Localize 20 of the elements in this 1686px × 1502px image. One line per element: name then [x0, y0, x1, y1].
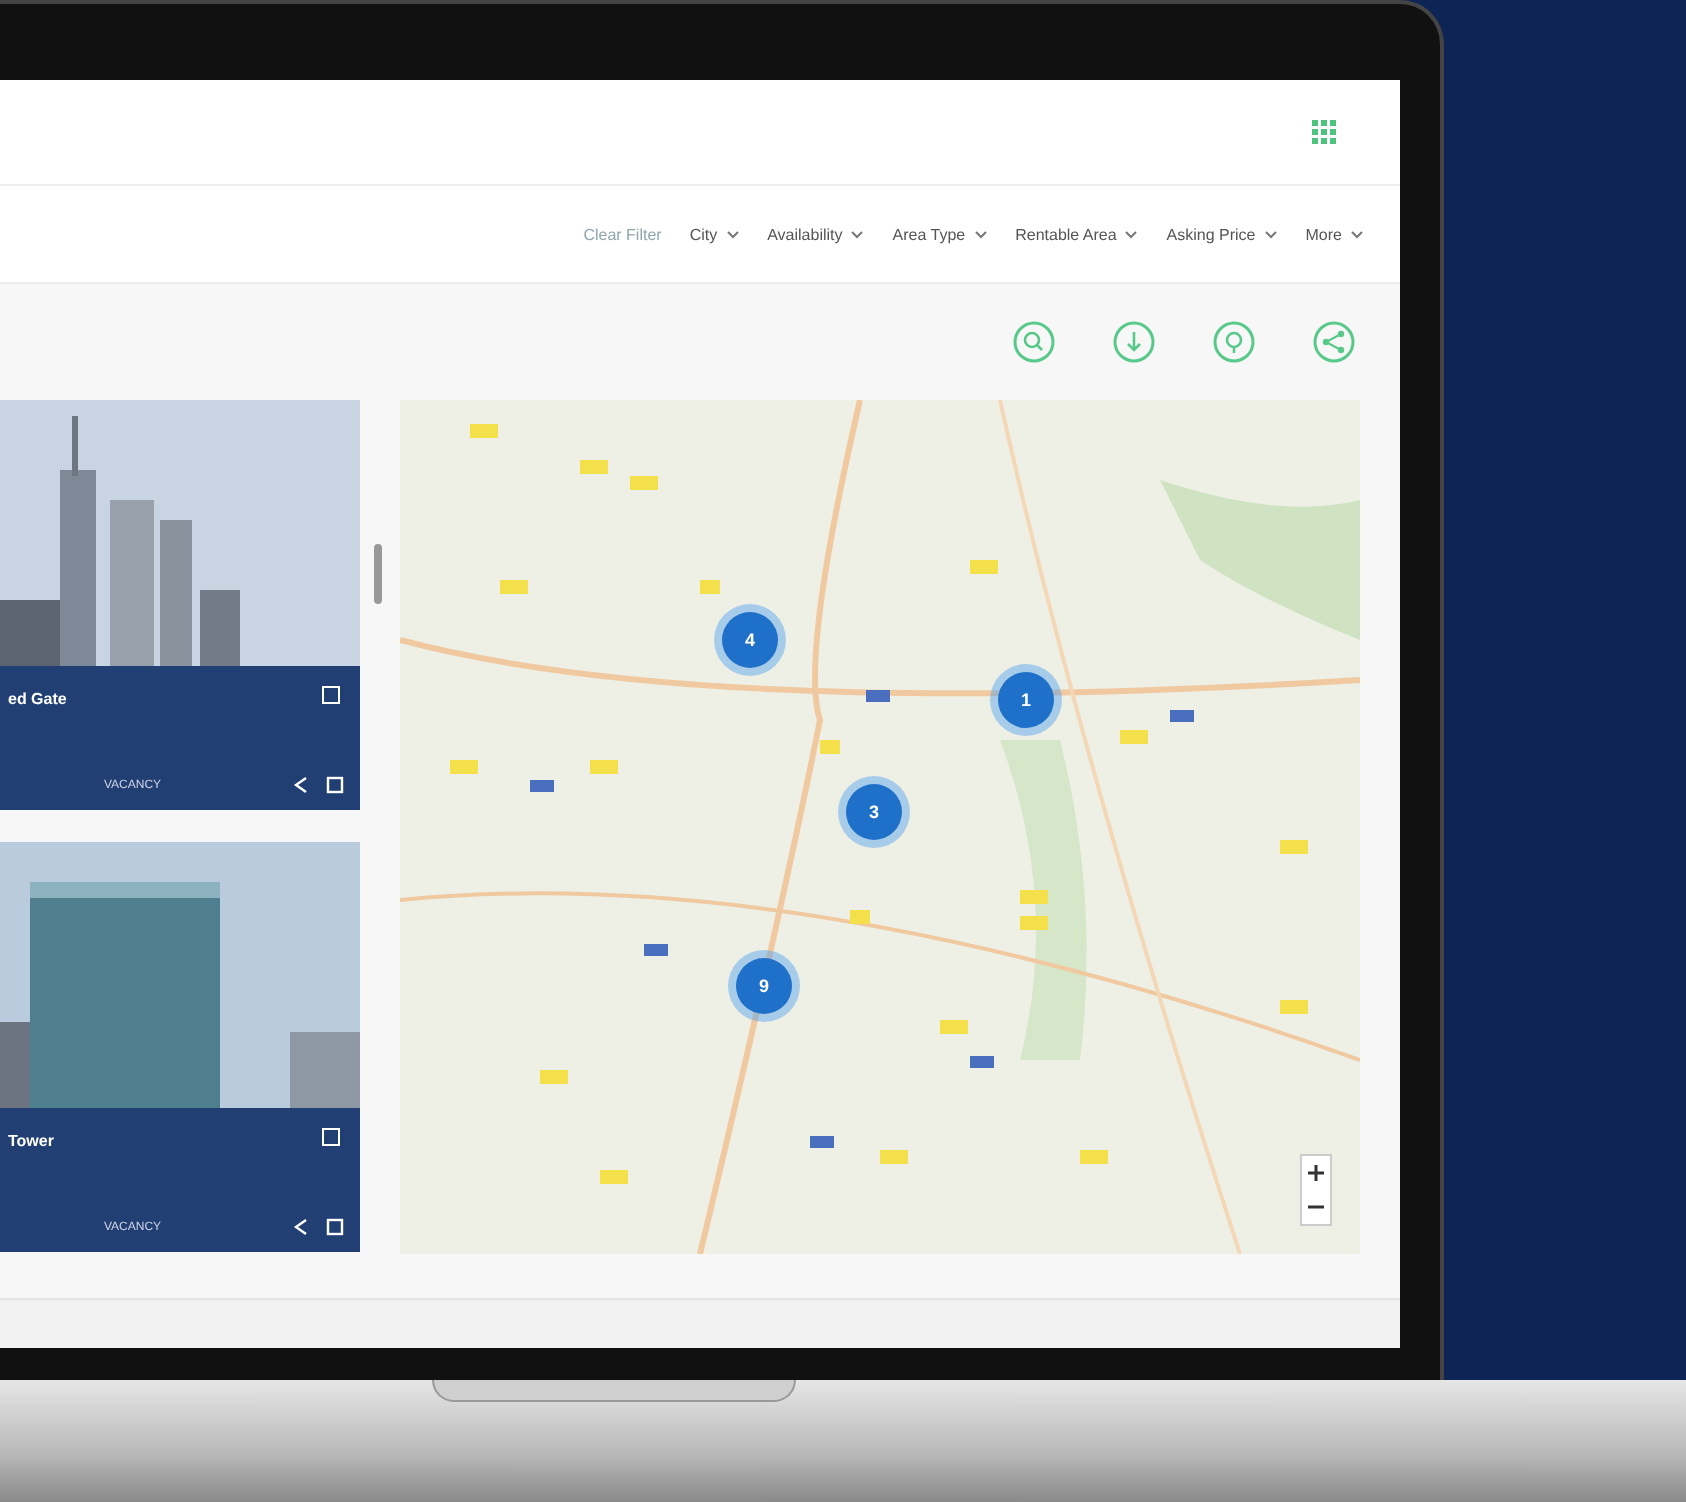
listing-title: Tower	[8, 1132, 54, 1150]
caret-icon	[850, 229, 865, 239]
select-checkbox[interactable]	[322, 686, 340, 704]
caret-icon	[1263, 229, 1278, 239]
scrollbar-thumb[interactable]	[374, 544, 382, 604]
caret-icon	[973, 229, 988, 239]
caret-icon	[1124, 229, 1139, 239]
select-checkbox[interactable]	[322, 1128, 340, 1146]
filter-dropdown[interactable]: Availability	[767, 225, 865, 243]
bookmark-icon[interactable]	[326, 776, 344, 794]
zoom-control[interactable]	[1300, 1154, 1332, 1226]
listing-title: ed Gate	[8, 690, 67, 708]
bookmark-icon[interactable]	[326, 1218, 344, 1236]
caret-icon	[725, 229, 740, 239]
filter-dropdown[interactable]: Rentable Area	[1015, 225, 1139, 243]
filter-dropdown[interactable]: Area Type	[892, 225, 988, 243]
filter-dropdown[interactable]: More	[1305, 225, 1364, 243]
filter-dropdown[interactable]: City	[689, 225, 740, 243]
filter-dropdown[interactable]: Asking Price	[1166, 225, 1278, 243]
caret-icon	[1350, 229, 1364, 239]
